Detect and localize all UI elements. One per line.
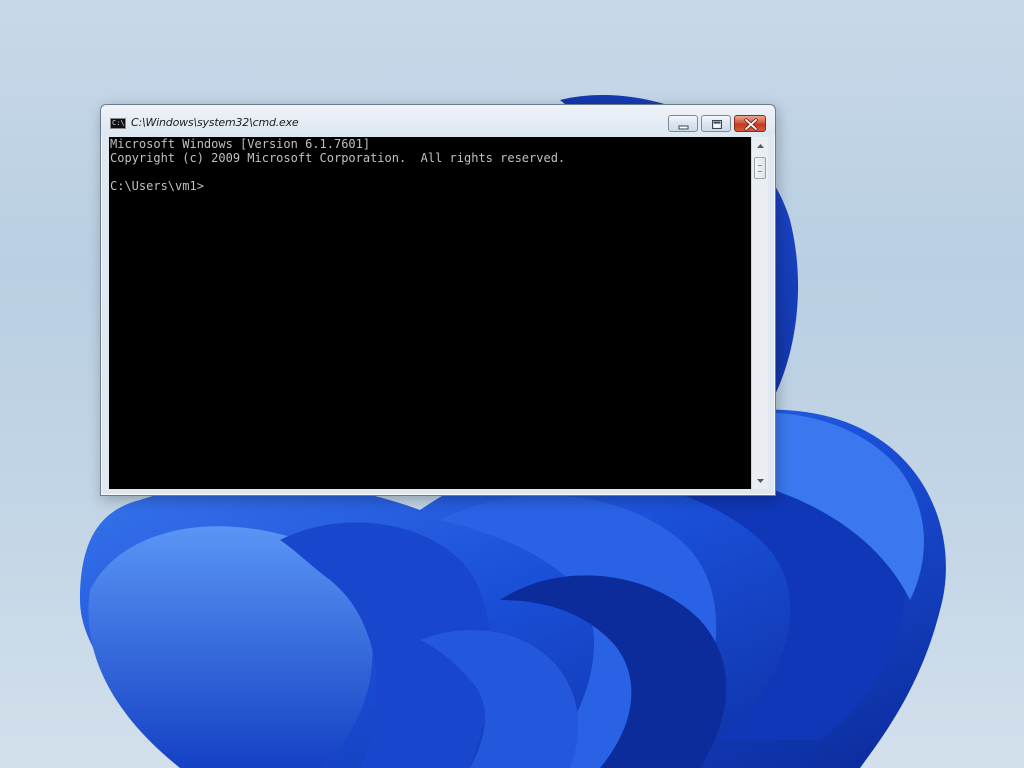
scroll-up-button[interactable] xyxy=(752,137,768,154)
maximize-icon xyxy=(712,120,722,129)
console-output[interactable]: Microsoft Windows [Version 6.1.7601] Cop… xyxy=(109,137,751,489)
close-button[interactable] xyxy=(734,115,766,132)
minimize-icon xyxy=(678,125,689,130)
scroll-down-button[interactable] xyxy=(752,472,768,489)
cmd-icon[interactable]: C:\ xyxy=(110,118,126,129)
close-icon xyxy=(744,118,758,131)
maximize-button[interactable] xyxy=(701,115,731,132)
scroll-down-arrow-icon xyxy=(756,478,764,483)
title-bar[interactable]: C:\ C:\Windows\system32\cmd.exe xyxy=(101,105,775,135)
scroll-thumb[interactable] xyxy=(754,157,766,179)
cmd-window: C:\ C:\Windows\system32\cmd.exe Microsof… xyxy=(100,104,776,496)
minimize-button[interactable] xyxy=(668,115,698,132)
scroll-up-arrow-icon xyxy=(756,143,764,148)
console-line: Microsoft Windows [Version 6.1.7601] xyxy=(110,137,371,151)
vertical-scrollbar[interactable] xyxy=(751,137,768,489)
window-title: C:\Windows\system32\cmd.exe xyxy=(131,116,299,129)
console-line: Copyright (c) 2009 Microsoft Corporation… xyxy=(110,151,566,165)
command-prompt[interactable]: C:\Users\vm1> xyxy=(110,179,751,193)
